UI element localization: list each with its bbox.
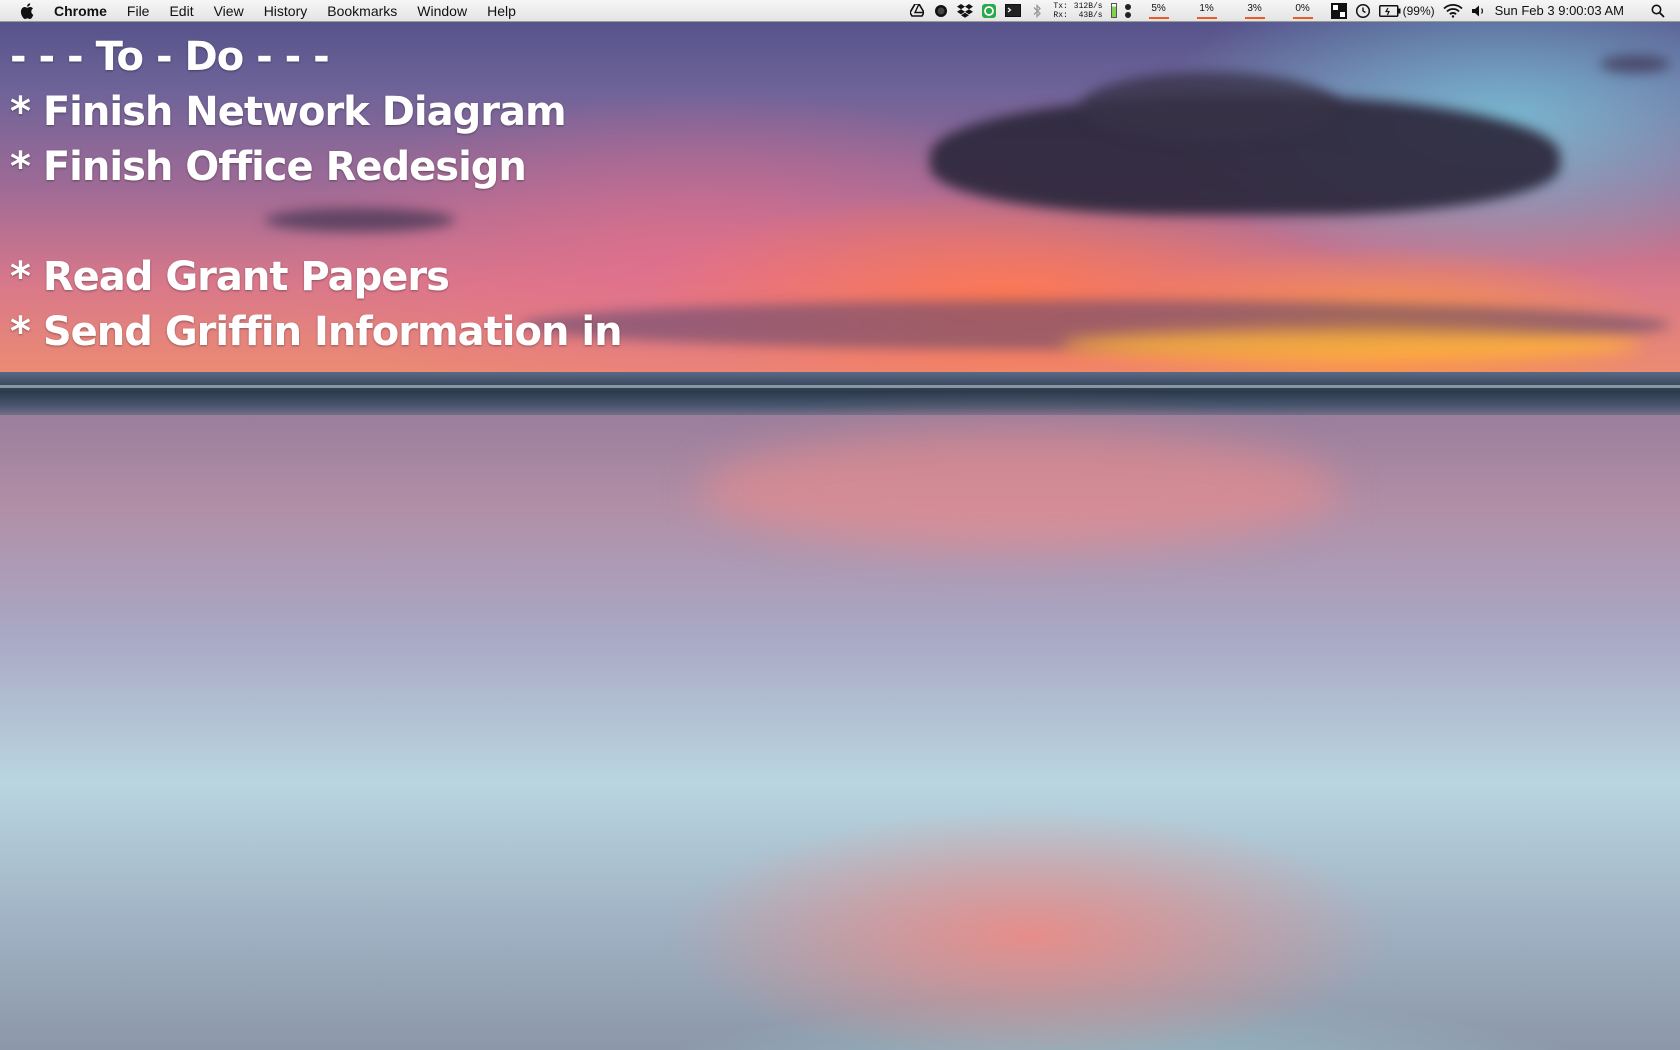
net-tx-value: 312B/s [1073, 1, 1103, 11]
terminal-icon[interactable] [1005, 3, 1022, 19]
desktop-todo-list: - - - To - Do - - - * Finish Network Dia… [10, 30, 623, 360]
cpu-core-3[interactable]: 3% [1235, 0, 1275, 21]
spotlight-search-icon[interactable] [1650, 3, 1666, 19]
cpu-core-4[interactable]: 0% [1283, 0, 1323, 21]
cpu-core-2[interactable]: 1% [1187, 0, 1227, 21]
battery-percentage[interactable]: (99%) [1403, 4, 1435, 18]
wallpaper-sun-glow [1060, 330, 1640, 360]
todo-item: * Finish Network Diagram [10, 89, 567, 135]
bluetooth-icon[interactable] [1029, 3, 1045, 19]
menu-help[interactable]: Help [487, 3, 516, 19]
menu-edit[interactable]: Edit [169, 3, 193, 19]
google-drive-icon[interactable] [909, 3, 925, 19]
menu-bar: Chrome File Edit View History Bookmarks … [0, 0, 1680, 22]
net-rx-value: 43B/s [1078, 10, 1103, 20]
todo-item: * Send Griffin Information in [10, 309, 623, 355]
menu-view[interactable]: View [214, 3, 244, 19]
menu-history[interactable]: History [264, 3, 308, 19]
todo-item-blank [10, 195, 622, 250]
menu-file[interactable]: File [127, 3, 150, 19]
wallpaper-reflection [700, 430, 1340, 550]
apple-menu-icon[interactable] [20, 2, 36, 19]
battery-icon[interactable] [1378, 3, 1401, 19]
circle-app-icon[interactable] [933, 3, 949, 19]
network-monitor[interactable]: Tx: Rx: 312B/s 43B/s [1053, 2, 1102, 20]
todo-item: * Finish Office Redesign [10, 144, 527, 190]
wallpaper-cloud [1600, 55, 1670, 73]
volume-icon[interactable] [1471, 3, 1487, 19]
todo-item: * Read Grant Papers [10, 254, 450, 300]
memory-meter-icon[interactable] [1110, 3, 1117, 18]
net-tx-label: Tx: [1053, 1, 1068, 11]
disk-activity-icon[interactable] [1124, 3, 1131, 18]
wifi-icon[interactable] [1443, 3, 1463, 19]
evernote-icon[interactable] [981, 3, 997, 19]
menu-window[interactable]: Window [417, 3, 467, 19]
status-menu-extras: Tx: Rx: 312B/s 43B/s 5% 1% 3% 0% (99%) S… [901, 0, 1680, 21]
time-machine-icon[interactable] [1355, 3, 1371, 19]
menu-bookmarks[interactable]: Bookmarks [327, 3, 397, 19]
menu-app-chrome[interactable]: Chrome [54, 3, 107, 19]
wallpaper-sea [0, 372, 1680, 420]
cpu-core-1[interactable]: 5% [1139, 0, 1179, 21]
wallpaper-horizon [0, 385, 1680, 388]
net-rx-label: Rx: [1053, 10, 1068, 20]
dropbox-icon[interactable] [957, 3, 974, 19]
menu-clock[interactable]: Sun Feb 3 9:00:03 AM [1495, 3, 1624, 18]
spaces-icon[interactable] [1330, 2, 1347, 19]
desktop: Chrome File Edit View History Bookmarks … [0, 0, 1680, 1050]
wallpaper-cloud [1080, 72, 1340, 142]
todo-title: - - - To - Do - - - [10, 34, 330, 80]
